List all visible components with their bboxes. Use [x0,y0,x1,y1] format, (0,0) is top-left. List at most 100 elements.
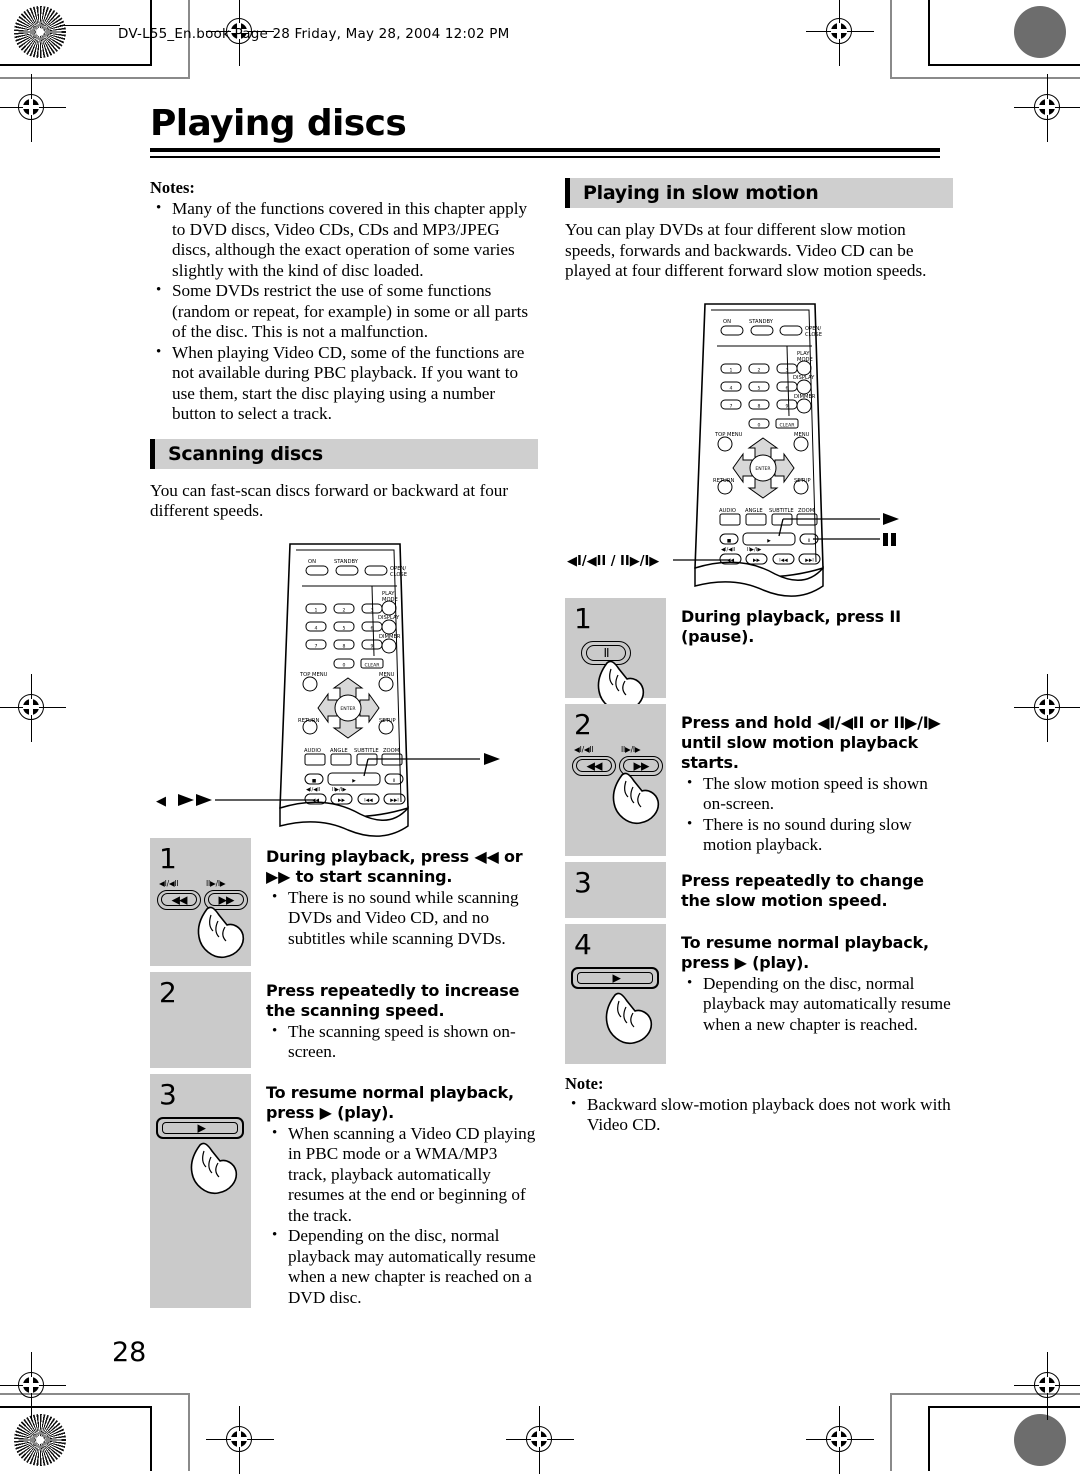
svg-text:◀◀: ◀◀ [312,798,320,803]
header-rule [60,25,120,27]
step-number: 3 [159,1077,177,1111]
step-2: 2 Press repeatedly to increase the scann… [150,971,538,1068]
gray-dot-target-top-right [1014,6,1066,58]
remote-illustration-right: ON STANDBY OPEN/ CLOSE PLAY MODE DISPLAY… [565,286,953,598]
notes-list: Many of the functions covered in this ch… [150,198,538,425]
step-1: 1 II During playback, press II (pause). [565,597,953,712]
list-item: The slow motion speed is shown on-screen… [681,773,953,815]
pointing-hand-icon [605,992,653,1044]
step-number: 4 [574,927,592,961]
step-title: Press and hold ◀I/◀II or II▶/I▶ until sl… [681,712,941,772]
crosshair-target [1014,674,1080,742]
step-body: Press repeatedly to increase the scannin… [251,972,538,1068]
step-1: 1 ◀I/◀II II▶/I▶ ◀◀ ▶▶ During playback, p… [150,837,538,966]
page-number: 28 [112,1337,147,1368]
pointing-hand-icon [612,772,660,824]
svg-text:2: 2 [758,367,761,373]
reverse-slow-button[interactable]: ◀◀ [572,755,616,776]
svg-text:TOP MENU: TOP MENU [299,672,328,678]
crosshair-target [0,74,66,142]
step-3: 3 ▶ To resume normal playback, press ▶ (… [150,1073,538,1308]
svg-text:ANGLE: ANGLE [330,748,348,754]
corner-rule [928,64,1080,66]
right-column: Playing in slow motion You can play DVDs… [565,178,953,1136]
sunburst-target-top-left [14,6,66,58]
fwd-button-label: II▶/I▶ [206,878,226,888]
svg-text:MENU: MENU [379,672,395,678]
slow-motion-steps: 1 II During playback, press II (pause). [565,597,953,1064]
list-item: The scanning speed is shown on-screen. [266,1021,538,1063]
crosshair-target [806,0,874,66]
crosshair-target [806,1406,874,1474]
svg-text:4: 4 [730,385,733,391]
svg-text:▶: ▶ [767,539,771,544]
section-heading-scanning-discs: Scanning discs [150,438,538,469]
step-title: During playback, press II (pause). [681,606,901,646]
title-rule-thin [150,156,940,158]
play-button-graphic[interactable]: ▶ [571,966,659,989]
svg-text:0: 0 [758,422,761,428]
scanning-steps: 1 ◀I/◀II II▶/I▶ ◀◀ ▶▶ During playback, p… [150,837,538,1308]
rev-fwd-button-graphic: ◀I/◀II II▶/I▶ ◀◀ ▶▶ [572,745,666,824]
corner-rule [890,77,1080,79]
svg-text:◀I/◀II: ◀I/◀II [721,547,736,553]
note-heading: Note: [565,1073,604,1093]
list-item: Some DVDs restrict the use of some funct… [150,280,538,343]
svg-text:ON: ON [308,559,316,565]
corner-rule [188,1393,190,1471]
svg-text:6: 6 [786,385,789,391]
svg-text:◀: ◀ [156,794,166,809]
svg-text:RETURN: RETURN [713,478,734,484]
svg-text:8: 8 [758,403,761,409]
pointing-hand-icon [197,906,245,958]
forward-scan-button[interactable]: ▶▶ [204,889,248,910]
step-number: 1 [159,841,177,875]
forward-slow-button[interactable]: ▶▶ [619,755,663,776]
svg-text:STANDBY: STANDBY [334,559,359,565]
svg-text:SUBTITLE: SUBTITLE [769,508,794,514]
crosshair-target [1014,1352,1080,1420]
pause-button-graphic[interactable]: II [581,640,631,665]
step-number-box: 1 ◀I/◀II II▶/I▶ ◀◀ ▶▶ [150,837,251,966]
step-number-box: 3 ▶ [150,1073,251,1308]
svg-text:SUBTITLE: SUBTITLE [354,748,379,754]
svg-text:3: 3 [371,607,374,613]
svg-text:SETUP: SETUP [794,478,811,484]
step-body: During playback, press ◀◀ or ▶▶ to start… [251,838,538,966]
svg-text:▶▶: ▶▶ [753,558,761,563]
sunburst-target-bottom-left [14,1414,66,1466]
corner-rule [0,64,152,66]
step-number-box: 3 [565,861,666,918]
slow-motion-intro-text: You can play DVDs at four different slow… [565,220,927,280]
list-item: Depending on the disc, normal playback m… [266,1225,538,1308]
svg-text:CLOSE: CLOSE [805,332,822,338]
svg-text:CLOSE: CLOSE [390,572,407,578]
list-item: Many of the functions covered in this ch… [150,198,538,281]
play-button-graphic[interactable]: ▶ [156,1116,244,1139]
section-heading-label: Scanning discs [168,442,323,465]
svg-text:5: 5 [758,385,761,391]
svg-text:0: 0 [343,662,346,668]
svg-text:DIMMER: DIMMER [794,394,816,400]
step-bullets: The scanning speed is shown on-screen. [266,1021,538,1063]
svg-text:7: 7 [315,643,318,649]
step-bullets: Depending on the disc, normal playback m… [681,973,953,1036]
page-title: Playing discs [150,103,407,144]
crosshair-target [1014,74,1080,142]
title-rule-thick [150,148,940,152]
svg-text:DISPLAY: DISPLAY [378,615,400,621]
step-title: Press repeatedly to change the slow moti… [681,870,924,910]
svg-text:8: 8 [343,643,346,649]
svg-text:▶▶I: ▶▶I [805,557,813,563]
step-number-box: 2 ◀I/◀II II▶/I▶ ◀◀ ▶▶ [565,703,666,856]
svg-text:ENTER: ENTER [755,466,771,472]
svg-text:▶: ▶ [352,779,356,784]
crosshair-target [0,1352,66,1420]
svg-text:2: 2 [343,607,346,613]
svg-text:▶▶I: ▶▶I [390,797,398,803]
reverse-scan-button[interactable]: ◀◀ [157,889,201,910]
svg-text:■: ■ [727,539,731,544]
step-number: 2 [574,707,592,741]
remote-control-svg: ON STANDBY OPEN/ CLOSE PLAY MODE DISPLAY… [567,302,899,597]
corner-rule [150,1406,152,1471]
